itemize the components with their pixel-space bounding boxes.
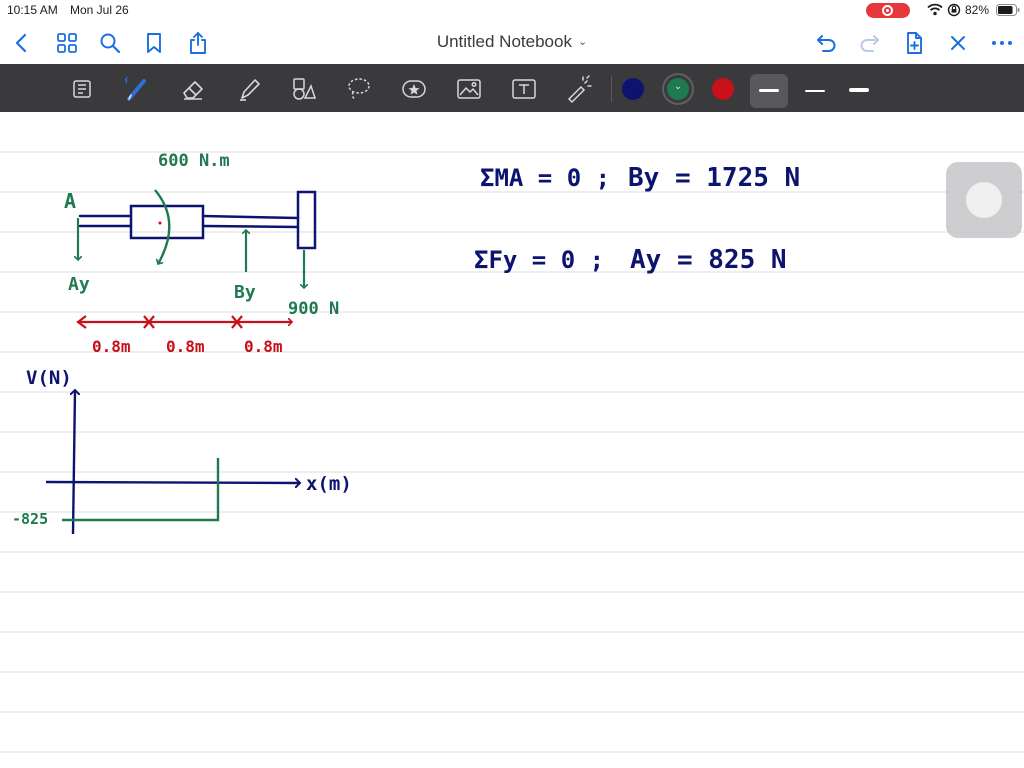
add-page-icon[interactable]: [901, 30, 927, 56]
color-swatch-red[interactable]: [712, 78, 734, 100]
x-axis: [45, 482, 300, 483]
wifi-icon: [927, 3, 943, 16]
equation-1-left: ΣMA = 0 ;: [480, 164, 610, 192]
drawing-toolbar: ⌄: [0, 64, 1024, 112]
color-swatch-navy[interactable]: [622, 78, 644, 100]
dimension-line: [76, 315, 292, 329]
load-label: 900 N: [288, 299, 339, 319]
notebook-title-text: Untitled Notebook: [436, 32, 572, 51]
shear-value-label: -825: [12, 510, 48, 528]
back-icon[interactable]: [9, 30, 35, 56]
screen-recording-icon[interactable]: [866, 3, 910, 18]
search-icon[interactable]: [97, 30, 123, 56]
by-label: By: [234, 282, 256, 303]
bookmark-icon[interactable]: [141, 30, 167, 56]
scroll-handle[interactable]: [946, 162, 1022, 238]
battery-percent: 82%: [965, 3, 990, 17]
battery-icon: [996, 4, 1020, 16]
shapes-icon[interactable]: [288, 74, 318, 104]
beam-center-mark: [158, 221, 162, 225]
handwritten-ink: 600 N.m A Ay By 900 N 0.8m 0.8m 0.8m ΣMA…: [12, 151, 800, 535]
nav-bar: Untitled Notebook ⌄: [0, 22, 1024, 62]
more-icon[interactable]: [989, 30, 1015, 56]
y-axis-label: V(N): [26, 367, 72, 389]
notebook-page[interactable]: 600 N.m A Ay By 900 N 0.8m 0.8m 0.8m ΣMA…: [0, 112, 1024, 768]
laser-pointer-icon[interactable]: [564, 74, 594, 104]
undo-icon[interactable]: [813, 30, 839, 56]
read-mode-icon[interactable]: [68, 74, 98, 104]
notebook-title[interactable]: Untitled Notebook ⌄: [437, 32, 587, 52]
moment-label: 600 N.m: [158, 151, 230, 171]
app-chrome: 10:15 AM Mon Jul 26 82% Untitled Noteboo…: [0, 0, 1024, 112]
status-time: 10:15 AM: [7, 3, 58, 17]
equation-1-right: By = 1725 N: [628, 163, 800, 193]
status-bar: 10:15 AM Mon Jul 26 82%: [0, 0, 1024, 20]
close-icon[interactable]: [945, 30, 971, 56]
text-icon[interactable]: [509, 74, 539, 104]
image-icon[interactable]: [454, 74, 484, 104]
sticker-icon[interactable]: [399, 74, 429, 104]
rotation-lock-icon: [947, 3, 961, 17]
ay-label: Ay: [68, 274, 90, 295]
dimension-2: 0.8m: [166, 337, 205, 356]
status-date: Mon Jul 26: [70, 3, 129, 17]
grid-icon[interactable]: [54, 30, 80, 56]
color-swatch-green[interactable]: ⌄: [667, 78, 689, 100]
beam-diagram: [78, 190, 317, 250]
x-axis-label: x(m): [306, 473, 352, 495]
shear-line: [62, 458, 220, 522]
share-icon[interactable]: [185, 30, 211, 56]
stroke-width-medium[interactable]: [750, 74, 788, 108]
toolbar-divider: [611, 76, 612, 102]
v-axis: [73, 390, 75, 535]
chevron-down-icon: ⌄: [674, 81, 682, 91]
pen-icon[interactable]: [122, 74, 152, 104]
chevron-down-icon: ⌄: [577, 36, 588, 48]
redo-icon[interactable]: [857, 30, 883, 56]
equation-2-right: Ay = 825 N: [630, 245, 787, 275]
highlighter-icon[interactable]: [234, 74, 264, 104]
dimension-1: 0.8m: [92, 337, 131, 356]
stroke-width-thin[interactable]: [796, 74, 834, 108]
stroke-width-thick[interactable]: [840, 74, 878, 108]
eraser-icon[interactable]: [178, 74, 208, 104]
moment-arc: [154, 189, 171, 264]
point-a-label: A: [64, 189, 76, 213]
lasso-icon[interactable]: [344, 74, 374, 104]
equation-2-left: ΣFy = 0 ;: [474, 246, 604, 274]
dimension-3: 0.8m: [244, 337, 283, 356]
